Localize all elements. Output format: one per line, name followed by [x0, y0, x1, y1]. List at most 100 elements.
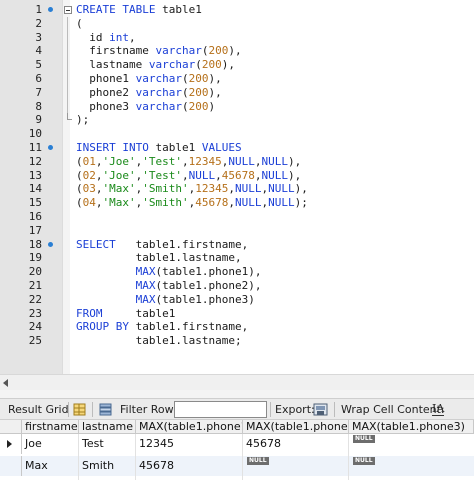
table-row[interactable]: Joe Test 12345 45678 NULL	[0, 434, 474, 454]
toolbar-divider	[334, 402, 335, 417]
code-token: varchar	[135, 99, 182, 113]
line-number: 24	[28, 320, 42, 334]
code-token: 03	[82, 182, 96, 196]
code-token: 'Max'	[102, 182, 136, 196]
code-line: 9);	[0, 113, 474, 127]
table-cell[interactable]: Test	[79, 437, 136, 451]
code-text: lastname varchar(200),	[76, 58, 235, 72]
column-header[interactable]: MAX(table1.phone2)	[243, 420, 349, 434]
code-line: 4 firstname varchar(200),	[0, 44, 474, 59]
code-token: 'Test'	[142, 154, 182, 168]
code-token: NULL	[234, 196, 262, 210]
code-token: ),	[288, 168, 302, 182]
result-toolbar: Result Grid Filter Rows: Export: Wrap Ce…	[0, 398, 474, 420]
code-line: 8 phone3 varchar(200)	[0, 99, 474, 114]
code-token: MAX	[135, 278, 156, 292]
line-number: 16	[28, 209, 42, 223]
code-token: ),	[208, 71, 222, 85]
panel-splitter[interactable]	[0, 390, 474, 398]
code-text: MAX(table1.phone2),	[76, 278, 262, 293]
code-token: int	[109, 30, 129, 44]
toolbar-divider	[68, 402, 69, 417]
table-cell[interactable]: 45678	[243, 437, 349, 451]
code-token: (table1.phone1),	[155, 265, 262, 279]
line-number: 25	[28, 334, 42, 348]
code-token: (	[195, 58, 202, 72]
code-token: ,	[182, 154, 189, 168]
code-token: ,	[228, 196, 235, 210]
code-text: GROUP BY table1.firstname,	[76, 320, 248, 334]
result-grid-tab[interactable]: Result Grid	[8, 403, 69, 416]
code-token: ),	[221, 58, 235, 72]
fold-toggle-icon[interactable]	[64, 6, 72, 14]
horizontal-scrollbar[interactable]	[0, 374, 474, 390]
column-header[interactable]: MAX(table1.phone3)	[349, 420, 474, 434]
export-icon[interactable]	[313, 402, 328, 417]
code-token: 200	[201, 58, 222, 72]
code-line: 16	[0, 210, 474, 224]
code-token: NULL	[268, 182, 295, 196]
code-line: 13 (02,'Joe','Test',NULL,45678,NULL),	[0, 169, 474, 183]
code-token: ,	[95, 168, 103, 182]
code-line: 14 (03,'Max','Smith',12345,NULL,NULL),	[0, 182, 474, 196]
code-token: 01	[82, 154, 96, 168]
code-token: table1	[135, 306, 176, 320]
row-header[interactable]	[0, 456, 22, 476]
code-text: id int,	[76, 30, 135, 45]
code-text: phone3 varchar(200)	[76, 100, 215, 114]
result-grid[interactable]: firstname lastname MAX(table1.phone1) MAX(t…	[0, 420, 474, 480]
code-line: 22 MAX(table1.phone3)	[0, 293, 474, 307]
statement-marker-icon	[48, 241, 53, 247]
grid-icon[interactable]	[72, 402, 87, 417]
table-cell[interactable]: 45678	[136, 459, 243, 473]
code-token: varchar	[148, 58, 196, 72]
code-token: phone1	[76, 71, 136, 85]
table-row[interactable]: Max Smith 45678 NULL NULL	[0, 456, 474, 476]
code-text: FROM table1	[76, 307, 175, 321]
code-text: phone1 varchar(200),	[76, 71, 222, 86]
code-token: ),	[288, 154, 302, 168]
column-header[interactable]: lastname	[79, 420, 136, 434]
code-token: CREATE TABLE	[76, 3, 163, 16]
table-cell[interactable]: Joe	[22, 437, 79, 451]
code-text: (01,'Joe','Test',12345,NULL,NULL),	[76, 155, 301, 169]
code-token: 200	[188, 99, 209, 113]
table-cell[interactable]: 12345	[136, 437, 243, 451]
code-line: 23 FROM table1	[0, 307, 474, 321]
null-badge: NULL	[247, 457, 269, 465]
code-token: 200	[208, 44, 229, 58]
sql-editor[interactable]: 1 CREATE TABLE table1 2(3 id int, 4 firstna…	[0, 0, 474, 374]
code-line: 6 phone1 varchar(200),	[0, 71, 474, 86]
code-token: lastname	[76, 58, 149, 72]
line-number: 19	[28, 251, 42, 265]
filter-rows-input[interactable]	[174, 401, 267, 418]
code-token: ,	[182, 168, 189, 182]
filter-icon	[99, 403, 112, 416]
column-divider	[242, 434, 243, 480]
code-line: 12 (01,'Joe','Test',12345,NULL,NULL),	[0, 155, 474, 169]
row-header[interactable]	[0, 434, 22, 454]
fold-guide	[67, 71, 68, 86]
current-row-arrow-icon	[7, 440, 12, 448]
code-token: NULL	[234, 182, 262, 196]
code-token: ,	[215, 168, 222, 182]
code-text: table1.lastname;	[76, 334, 242, 348]
column-header[interactable]: firstname	[22, 420, 79, 434]
code-token: varchar	[135, 85, 182, 99]
table-cell[interactable]: Smith	[79, 459, 136, 473]
code-token: NULL	[261, 168, 289, 182]
wrap-cell-icon[interactable]: IA	[432, 402, 445, 416]
scroll-left-arrow-icon[interactable]	[3, 379, 8, 387]
fold-guide	[67, 85, 68, 100]
table-cell[interactable]: Max	[22, 459, 79, 473]
code-token: );	[76, 113, 90, 127]
code-text: CREATE TABLE table1	[76, 3, 202, 17]
code-token: GROUP BY	[76, 320, 136, 334]
column-header[interactable]: MAX(table1.phone1)	[136, 420, 243, 434]
code-token: (	[76, 168, 83, 182]
line-number: 7	[35, 85, 42, 99]
code-token: (	[181, 71, 189, 85]
code-text: phone2 varchar(200),	[76, 85, 221, 100]
code-token: ),	[294, 182, 308, 196]
